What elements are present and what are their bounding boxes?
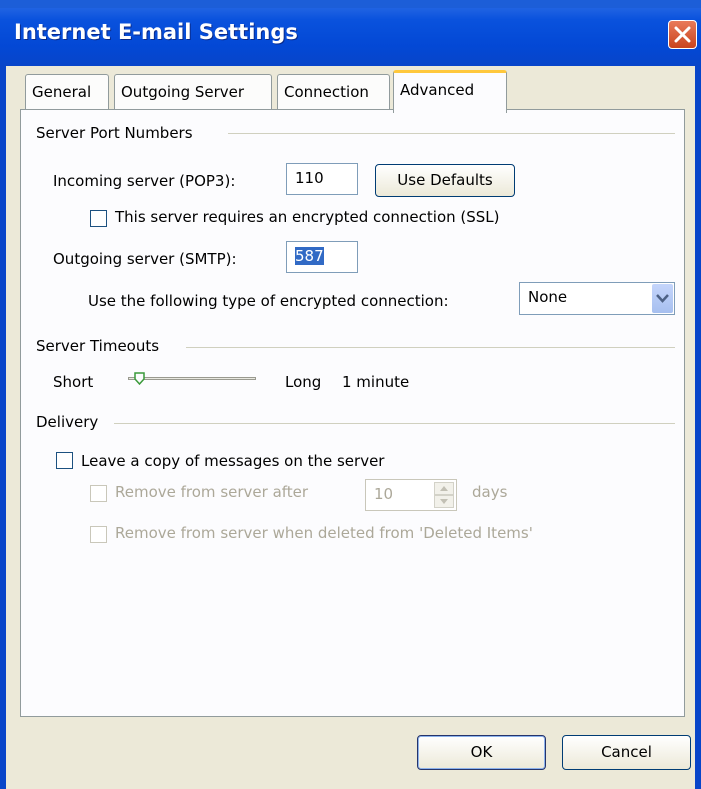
ssl-checkbox[interactable] <box>90 210 107 227</box>
server-port-divider <box>228 133 675 134</box>
close-icon <box>674 26 691 43</box>
timeout-short-label: Short <box>53 373 94 391</box>
delivery-divider <box>114 423 675 424</box>
timeout-slider-thumb[interactable] <box>134 371 145 389</box>
remove-after-checkbox[interactable] <box>90 485 107 502</box>
encryption-label: Use the following type of encrypted conn… <box>88 292 449 310</box>
slider-thumb-icon <box>134 372 145 386</box>
cancel-button[interactable]: Cancel <box>562 735 691 770</box>
title-bar-top-strip <box>0 0 701 8</box>
tab-outgoing-server[interactable]: Outgoing Server <box>114 74 272 110</box>
server-timeouts-heading: Server Timeouts <box>36 337 160 355</box>
leave-copy-label: Leave a copy of messages on the server <box>81 452 385 470</box>
window-title: Internet E-mail Settings <box>14 20 298 44</box>
tab-connection[interactable]: Connection <box>277 74 390 110</box>
dropdown-button[interactable] <box>652 284 673 313</box>
outgoing-port-field[interactable]: 587 <box>286 241 358 273</box>
tab-advanced[interactable]: Advanced <box>393 70 507 113</box>
ok-button[interactable]: OK <box>417 735 546 770</box>
use-defaults-button[interactable]: Use Defaults <box>375 164 515 197</box>
chevron-down-icon <box>656 294 669 303</box>
window-frame-right <box>695 66 701 789</box>
tab-panel-advanced <box>20 109 685 717</box>
encryption-dropdown[interactable]: None <box>519 282 675 315</box>
incoming-port-field[interactable]: 110 <box>286 163 358 195</box>
tab-general[interactable]: General <box>25 74 109 110</box>
spinner-arrows-icon[interactable] <box>434 482 454 508</box>
days-spinner[interactable]: 10 <box>365 479 457 511</box>
remove-after-label: Remove from server after <box>115 483 309 501</box>
delivery-heading: Delivery <box>36 413 99 431</box>
ssl-label: This server requires an encrypted connec… <box>115 208 500 226</box>
server-port-numbers-heading: Server Port Numbers <box>36 124 193 142</box>
server-timeouts-divider <box>186 347 675 348</box>
window-frame-left <box>0 66 6 789</box>
remove-deleted-checkbox[interactable] <box>90 526 107 543</box>
days-label: days <box>472 483 508 501</box>
days-value: 10 <box>374 485 394 503</box>
title-bar: Internet E-mail Settings <box>0 0 701 66</box>
timeout-long-label: Long <box>285 373 322 391</box>
close-button[interactable] <box>668 20 697 49</box>
leave-copy-checkbox[interactable] <box>56 452 73 469</box>
timeout-slider-track[interactable] <box>128 377 256 380</box>
remove-deleted-label: Remove from server when deleted from 'De… <box>115 524 533 542</box>
encryption-dropdown-value: None <box>528 288 568 306</box>
outgoing-server-label: Outgoing server (SMTP): <box>53 250 237 268</box>
timeout-value-label: 1 minute <box>342 373 410 391</box>
incoming-server-label: Incoming server (POP3): <box>53 172 236 190</box>
outgoing-port-value: 587 <box>295 247 324 265</box>
